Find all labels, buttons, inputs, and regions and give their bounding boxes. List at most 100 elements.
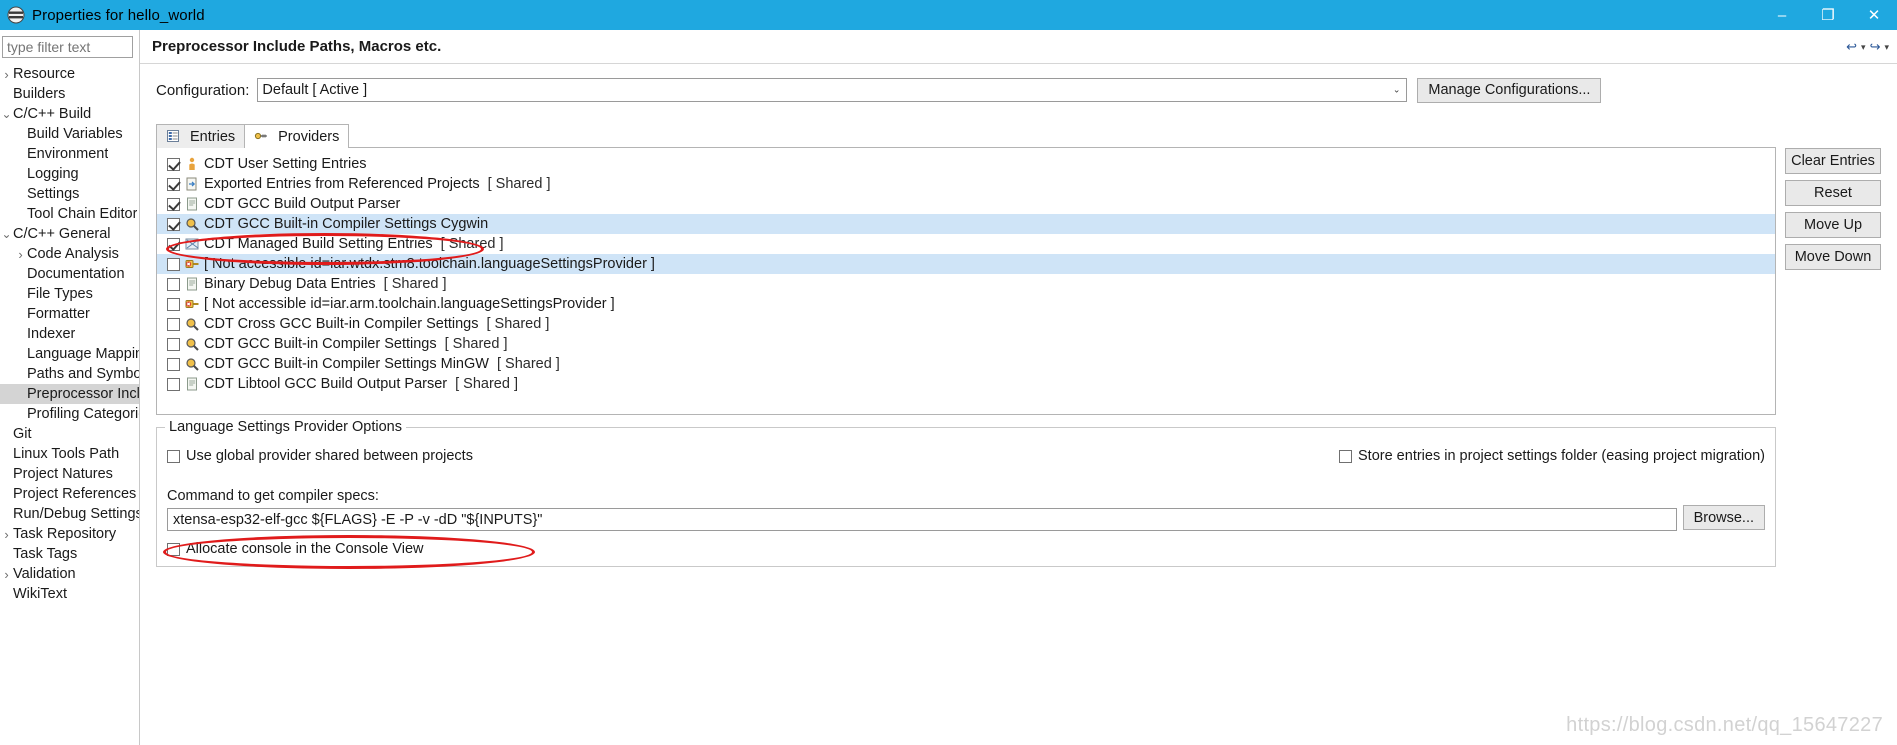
sidebar-item-logging[interactable]: ›Logging xyxy=(0,164,139,184)
tab-entries[interactable]: Entries xyxy=(156,124,246,148)
chevron-down-icon[interactable]: ⌄ xyxy=(0,228,13,240)
sidebar-item-language-mappings[interactable]: ›Language Mappings xyxy=(0,344,139,364)
page-header: Preprocessor Include Paths, Macros etc. … xyxy=(140,30,1897,64)
forward-chevron-down-icon[interactable]: ▾ xyxy=(1884,42,1889,53)
filter-input[interactable] xyxy=(2,36,133,58)
sidebar-item-profiling-categories[interactable]: ›Profiling Categories xyxy=(0,404,139,424)
provider-checkbox[interactable] xyxy=(167,217,180,231)
provider-checkbox[interactable] xyxy=(167,377,180,391)
provider-label: CDT GCC Built-in Compiler Settings MinGW xyxy=(204,356,489,372)
sidebar-item-run-debug-settings[interactable]: ›Run/Debug Settings xyxy=(0,504,139,524)
sidebar-item-builders[interactable]: ›Builders xyxy=(0,84,139,104)
export-icon xyxy=(185,177,201,192)
provider-label: CDT GCC Build Output Parser xyxy=(204,196,401,212)
provider-label: CDT User Setting Entries xyxy=(204,156,367,172)
sidebar-item-settings[interactable]: ›Settings xyxy=(0,184,139,204)
provider-row[interactable]: CDT GCC Built-in Compiler Settings MinGW… xyxy=(157,354,1775,374)
provider-shared-badge: [ Shared ] xyxy=(444,336,508,352)
sidebar-item-indexer[interactable]: ›Indexer xyxy=(0,324,139,344)
provider-row[interactable]: [ Not accessible id=iar.arm.toolchain.la… xyxy=(157,294,1775,314)
page-content: Configuration: Default [ Active ] ⌄ Mana… xyxy=(140,64,1897,567)
manage-configurations-button[interactable]: Manage Configurations... xyxy=(1417,77,1602,103)
sidebar-item-validation[interactable]: › Validation xyxy=(0,564,139,584)
sidebar-item-code-analysis[interactable]: › Code Analysis xyxy=(0,244,139,264)
provider-checkbox[interactable] xyxy=(167,317,180,331)
sidebar-item-tool-chain-editor[interactable]: ›Tool Chain Editor xyxy=(0,204,139,224)
provider-checkbox[interactable] xyxy=(167,197,180,211)
provider-row[interactable]: CDT GCC Built-in Compiler Settings Cygwi… xyxy=(157,214,1775,234)
chevron-right-icon[interactable]: › xyxy=(14,248,27,261)
clear-entries-button[interactable]: Clear Entries xyxy=(1785,148,1881,174)
provider-checkbox[interactable] xyxy=(167,357,180,371)
command-input[interactable]: xtensa-esp32-elf-gcc ${FLAGS} -E -P -v -… xyxy=(167,508,1677,531)
provider-row[interactable]: Binary Debug Data Entries [ Shared ] xyxy=(157,274,1775,294)
chevron-right-icon[interactable]: › xyxy=(0,568,13,581)
allocate-console-label: Allocate console in the Console View xyxy=(186,541,424,557)
tab-label: Entries xyxy=(190,128,236,145)
sidebar-item-project-natures[interactable]: ›Project Natures xyxy=(0,464,139,484)
providers-list[interactable]: CDT User Setting Entries Exported Entries… xyxy=(156,147,1776,415)
use-global-provider-option[interactable]: Use global provider shared between proje… xyxy=(167,446,473,466)
error-plug-icon xyxy=(185,257,201,272)
provider-checkbox[interactable] xyxy=(167,277,180,291)
reset-button[interactable]: Reset xyxy=(1785,180,1881,206)
provider-checkbox[interactable] xyxy=(167,337,180,351)
sidebar-item-task-repository[interactable]: › Task Repository xyxy=(0,524,139,544)
provider-row[interactable]: Exported Entries from Referenced Project… xyxy=(157,174,1775,194)
store-entries-option[interactable]: Store entries in project settings folder… xyxy=(1339,446,1765,466)
sidebar-item-environment[interactable]: ›Environment xyxy=(0,144,139,164)
provider-checkbox[interactable] xyxy=(167,257,180,271)
minimize-button[interactable]: – xyxy=(1759,0,1805,30)
provider-label: CDT GCC Built-in Compiler Settings Cygwi… xyxy=(204,216,489,232)
provider-row[interactable]: CDT Cross GCC Built-in Compiler Settings… xyxy=(157,314,1775,334)
provider-label: CDT Libtool GCC Build Output Parser xyxy=(204,376,448,392)
sidebar-item-git[interactable]: ›Git xyxy=(0,424,139,444)
back-icon[interactable]: ↩ xyxy=(1845,39,1858,55)
back-chevron-down-icon[interactable]: ▾ xyxy=(1861,42,1866,53)
sidebar-item-linux-tools-path[interactable]: ›Linux Tools Path xyxy=(0,444,139,464)
provider-row[interactable]: CDT User Setting Entries xyxy=(157,154,1775,174)
sidebar-item-paths-and-symbols[interactable]: ›Paths and Symbols xyxy=(0,364,139,384)
provider-row[interactable]: CDT GCC Built-in Compiler Settings [ Shar… xyxy=(157,334,1775,354)
configuration-select[interactable]: Default [ Active ] ⌄ xyxy=(257,78,1408,102)
provider-checkbox[interactable] xyxy=(167,297,180,311)
sidebar-item-label: Task Repository xyxy=(13,526,117,542)
provider-checkbox[interactable] xyxy=(167,157,180,171)
sidebar-item-build-variables[interactable]: ›Build Variables xyxy=(0,124,139,144)
browse-button[interactable]: Browse... xyxy=(1682,505,1765,530)
allocate-console-checkbox[interactable] xyxy=(167,542,180,556)
forward-icon[interactable]: ↪ xyxy=(1869,39,1882,55)
use-global-provider-checkbox[interactable] xyxy=(167,449,180,463)
sidebar-item-project-references[interactable]: ›Project References xyxy=(0,484,139,504)
provider-checkbox[interactable] xyxy=(167,177,180,191)
magnifier-icon xyxy=(185,337,201,352)
store-entries-checkbox[interactable] xyxy=(1339,449,1352,463)
sidebar-item-c-c-general[interactable]: ⌄ C/C++ General xyxy=(0,224,139,244)
move-down-button[interactable]: Move Down xyxy=(1785,244,1881,270)
tab-label: Providers xyxy=(278,128,340,145)
parser-icon xyxy=(185,377,201,392)
provider-checkbox[interactable] xyxy=(167,237,180,251)
sidebar-item-resource[interactable]: › Resource xyxy=(0,64,139,84)
maximize-button[interactable]: ❐ xyxy=(1805,0,1851,30)
provider-row[interactable]: CDT GCC Build Output Parser xyxy=(157,194,1775,214)
tab-providers[interactable]: Providers xyxy=(244,124,350,148)
allocate-console-option[interactable]: Allocate console in the Console View xyxy=(167,539,1765,559)
sidebar-item-task-tags[interactable]: ›Task Tags xyxy=(0,544,139,564)
sidebar-item-label: Run/Debug Settings xyxy=(13,506,139,522)
sidebar-item-file-types[interactable]: ›File Types xyxy=(0,284,139,304)
move-up-button[interactable]: Move Up xyxy=(1785,212,1881,238)
chevron-right-icon[interactable]: › xyxy=(0,528,13,541)
provider-row[interactable]: CDT Managed Build Setting Entries [ Share… xyxy=(157,234,1775,254)
sidebar-item-c-c-build[interactable]: ⌄ C/C++ Build xyxy=(0,104,139,124)
chevron-right-icon[interactable]: › xyxy=(0,68,13,81)
sidebar-item-wikitext[interactable]: ›WikiText xyxy=(0,584,139,604)
sidebar-item-preprocessor-include[interactable]: ›Preprocessor Include xyxy=(0,384,139,404)
close-button[interactable]: ✕ xyxy=(1851,0,1897,30)
provider-row[interactable]: CDT Libtool GCC Build Output Parser [ Sha… xyxy=(157,374,1775,394)
settings-tree: ›Resource›Builders⌄C/C++ Build›Build Var… xyxy=(0,64,139,604)
provider-row[interactable]: [ Not accessible id=iar.wtdx.stm8.toolch… xyxy=(157,254,1775,274)
sidebar-item-formatter[interactable]: ›Formatter xyxy=(0,304,139,324)
sidebar-item-documentation[interactable]: ›Documentation xyxy=(0,264,139,284)
chevron-down-icon[interactable]: ⌄ xyxy=(0,108,13,120)
